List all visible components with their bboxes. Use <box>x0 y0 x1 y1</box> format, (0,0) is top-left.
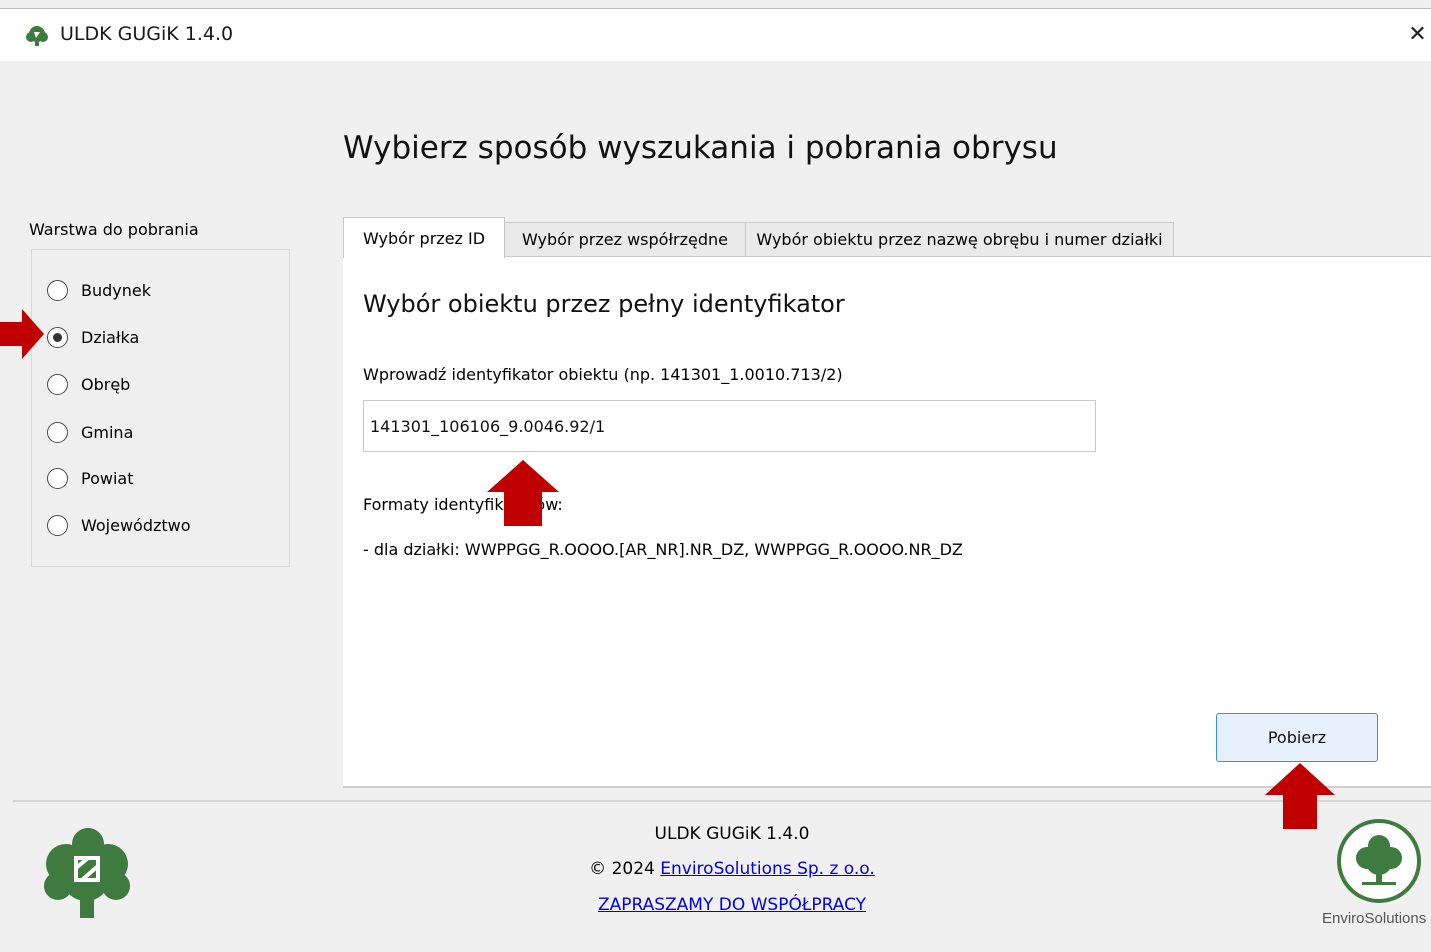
close-icon[interactable]: ✕ <box>1404 21 1431 49</box>
radio-button[interactable] <box>47 467 68 489</box>
parcel-format-text: - dla działki: WWPPGG_R.OOOO.[AR_NR].NR_… <box>363 540 963 559</box>
footer-version: ULDK GUGiK 1.4.0 <box>654 824 810 844</box>
radio-powiat[interactable]: Powiat <box>47 466 133 490</box>
panel-title: Wybór obiektu przez pełny identyfikator <box>363 290 845 318</box>
tree-logo-icon <box>44 828 130 918</box>
red-arrow-icon <box>1265 763 1335 829</box>
footer-copyright: © 2024 EnviroSolutions Sp. z o.o. <box>532 859 932 879</box>
tab-by-coordinates[interactable]: Wybór przez współrzędne <box>504 222 746 256</box>
radio-label: Budynek <box>81 280 151 300</box>
radio-button[interactable] <box>47 421 68 443</box>
radio-obreb[interactable]: Obręb <box>47 372 130 396</box>
radio-label: Powiat <box>81 468 134 488</box>
copyright-text: © 2024 <box>589 859 661 879</box>
identifier-input[interactable] <box>363 400 1096 452</box>
radio-button-checked[interactable] <box>47 326 68 348</box>
cooperation-link[interactable]: ZAPRASZAMY DO WSPÓŁPRACY <box>598 895 866 915</box>
window-title: ULDK GUGiK 1.4.0 <box>60 23 234 45</box>
footer-cooperation: ZAPRASZAMY DO WSPÓŁPRACY <box>532 895 932 915</box>
radio-label: Obręb <box>81 374 131 394</box>
layer-group-label: Warstwa do pobrania <box>29 220 199 239</box>
red-arrow-icon <box>0 309 44 359</box>
radio-button[interactable] <box>47 514 68 536</box>
download-button[interactable]: Pobierz <box>1216 713 1378 762</box>
title-bar: ULDK GUGiK 1.4.0 ✕ <box>0 9 1431 61</box>
radio-label: Województwo <box>81 515 191 535</box>
envirosolutions-logo-text: EnviroSolutions <box>1322 910 1427 927</box>
tab-by-id[interactable]: Wybór przez ID <box>343 217 505 258</box>
envirosolutions-logo-icon <box>1337 819 1421 903</box>
radio-budynek[interactable]: Budynek <box>47 278 151 302</box>
radio-gmina[interactable]: Gmina <box>47 420 133 444</box>
footer-separator <box>13 800 1431 802</box>
radio-button[interactable] <box>47 279 68 301</box>
company-link[interactable]: EnviroSolutions Sp. z o.o. <box>660 859 875 879</box>
radio-button[interactable] <box>47 373 68 395</box>
red-arrow-icon <box>487 460 559 526</box>
tab-by-precinct-and-parcel[interactable]: Wybór obiektu przez nazwę obrębu i numer… <box>745 222 1174 256</box>
radio-label: Gmina <box>81 422 134 442</box>
radio-dzialka[interactable]: Działka <box>47 325 139 349</box>
app-tree-icon <box>26 26 48 46</box>
identifier-label: Wprowadź identyfikator obiektu (np. 1413… <box>363 365 843 384</box>
radio-wojewodztwo[interactable]: Województwo <box>47 513 191 537</box>
radio-label: Działka <box>81 327 140 347</box>
page-heading: Wybierz sposób wyszukania i pobrania obr… <box>343 130 1058 166</box>
